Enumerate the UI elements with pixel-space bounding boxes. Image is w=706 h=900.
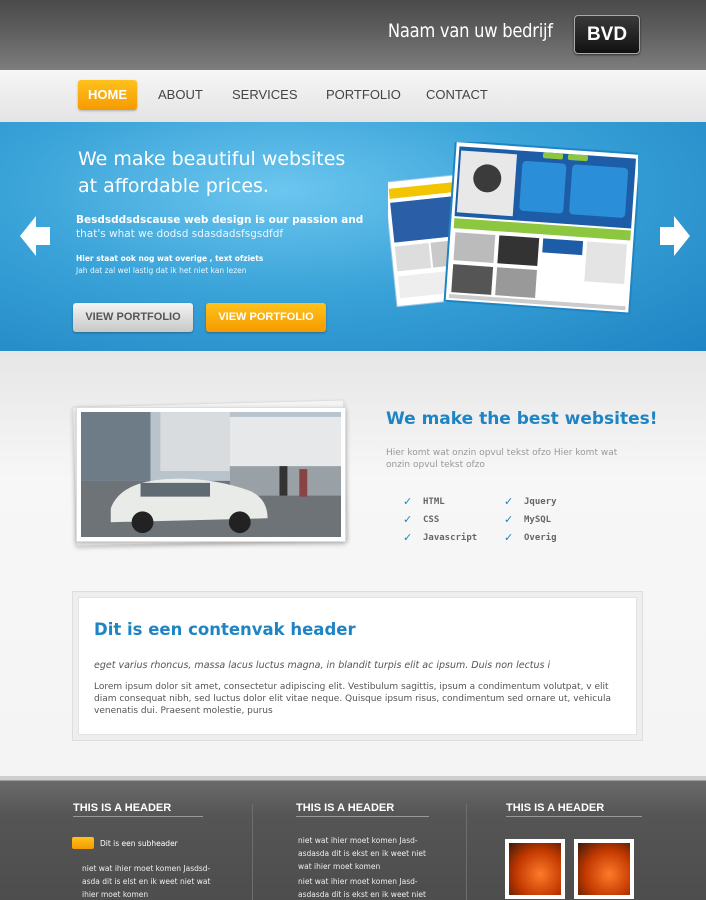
hero-title-line1: We make beautiful websites [78, 148, 346, 170]
feature-mysql: MySQL [524, 515, 552, 525]
content-italic-text: eget varius rhoncus, massa lacus luctus … [94, 660, 551, 671]
subheader-bullet-icon [72, 837, 94, 849]
feature-overig: Overig [524, 533, 557, 543]
footer-text-2b: niet wat ihier moet komen Jasd-asdasda d… [298, 877, 426, 899]
view-portfolio-button-grey[interactable]: VIEW PORTFOLIO [73, 303, 193, 332]
car-photo [81, 412, 341, 537]
thumbnail-image [509, 843, 561, 895]
footer-header-2: THIS IS A HEADER [296, 802, 429, 817]
thumbnail-image [578, 843, 630, 895]
content-box-inner: Dit is een contenvak header eget varius … [78, 597, 637, 735]
footer-text-1: niet wat ihier moet komen Jasdsd-asda di… [82, 864, 211, 899]
features-section: We make the best websites! Hier komt wat… [0, 351, 706, 776]
hero-title-line2: at affordable prices. [78, 175, 269, 197]
top-bar: Naam van uw bedrijf BVD [0, 0, 706, 70]
check-icon: ✓ [504, 495, 514, 508]
footer-text-2a: niet wat ihier moet komen Jasd-asdasda d… [298, 836, 426, 871]
content-box: Dit is een contenvak header eget varius … [72, 591, 643, 741]
hero-subtitle-2: that's what we dodsd sdasdadsfsgsdfdf [76, 228, 284, 240]
nav-services[interactable]: SERVICES [232, 80, 298, 110]
content-header: Dit is een contenvak header [94, 620, 356, 639]
website-mockup-image [388, 142, 638, 315]
footer-thumbnail[interactable] [574, 839, 634, 899]
hero-banner: We make beautiful websites at affordable… [0, 122, 706, 351]
footer-header-3: THIS IS A HEADER [506, 802, 642, 817]
footer-thumbnail[interactable] [505, 839, 565, 899]
footer: THIS IS A HEADER THIS IS A HEADER THIS I… [0, 776, 706, 900]
feature-css: CSS [423, 515, 440, 525]
check-icon: ✓ [403, 495, 413, 508]
features-title: We make the best websites! [386, 409, 658, 429]
photo-frame [72, 399, 352, 549]
feature-html: HTML [423, 497, 445, 507]
check-icon: ✓ [403, 513, 413, 526]
logo[interactable]: BVD [574, 15, 640, 54]
nav-contact[interactable]: CONTACT [426, 80, 488, 110]
nav-home[interactable]: HOME [78, 80, 137, 110]
main-nav: HOME ABOUT SERVICES PORTFOLIO CONTACT [0, 70, 706, 122]
photo-front-card [76, 407, 346, 542]
nav-about[interactable]: ABOUT [158, 80, 203, 110]
feature-jquery: Jquery [524, 497, 557, 507]
footer-divider [252, 804, 253, 900]
hero-small-text-2: Jah dat zal wel lastig dat ik het niet k… [76, 266, 247, 275]
nav-portfolio[interactable]: PORTFOLIO [326, 80, 401, 110]
hero-subtitle: Besdsddsdscause web design is our passio… [76, 214, 364, 226]
hero-title: We make beautiful websites at affordable… [78, 146, 398, 200]
check-icon: ✓ [504, 531, 514, 544]
check-icon: ✓ [403, 531, 413, 544]
check-icon: ✓ [504, 513, 514, 526]
arrow-left-icon[interactable] [20, 216, 50, 256]
arrow-right-icon[interactable] [660, 216, 690, 256]
company-name: Naam van uw bedrijf [388, 20, 553, 42]
feature-javascript: Javascript [423, 533, 478, 543]
footer-header-1: THIS IS A HEADER [73, 802, 203, 817]
features-text: Hier komt wat onzin opvul tekst ofzo Hie… [386, 448, 618, 470]
content-body-text: Lorem ipsum dolor sit amet, consectetur … [94, 682, 611, 716]
footer-divider [466, 804, 467, 900]
footer-subheader[interactable]: Dit is een subheader [100, 839, 178, 848]
view-portfolio-button-orange[interactable]: VIEW PORTFOLIO [206, 303, 326, 332]
hero-small-text: Hier staat ook nog wat overige , text of… [76, 254, 264, 263]
